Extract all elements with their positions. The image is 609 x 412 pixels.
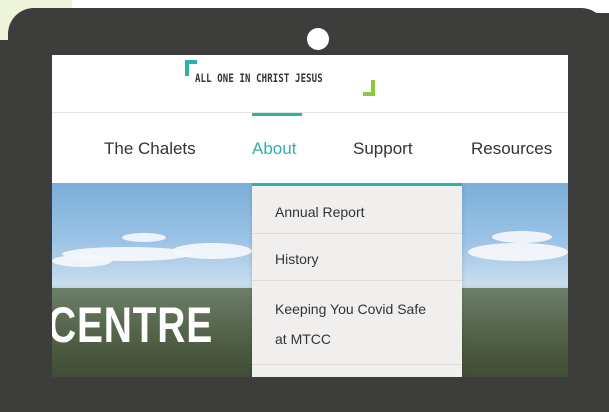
logo-text: ALL ONE IN CHRIST JESUS <box>195 71 323 85</box>
main-nav: The Chalets About Support Resources <box>52 113 568 183</box>
camera-icon <box>307 28 329 50</box>
cloud-shape <box>122 233 166 242</box>
active-nav-indicator <box>252 113 302 116</box>
website-screen: ALL ONE IN CHRIST JESUS The Chalets Abou… <box>52 55 568 377</box>
hero-heading: CENTRE <box>52 297 214 353</box>
menu-item-partial[interactable] <box>252 368 462 377</box>
nav-item-the-chalets[interactable]: The Chalets <box>104 139 196 159</box>
cloud-shape <box>492 231 552 243</box>
site-logo[interactable]: ALL ONE IN CHRIST JESUS <box>185 60 375 96</box>
cloud-shape <box>468 243 568 261</box>
about-dropdown-menu: Annual Report History Keeping You Covid … <box>252 183 462 377</box>
nav-item-resources[interactable]: Resources <box>471 139 552 159</box>
header-logo-bar: ALL ONE IN CHRIST JESUS <box>52 55 568 113</box>
nav-item-about[interactable]: About <box>252 139 296 159</box>
logo-bracket-right-icon <box>363 80 375 96</box>
menu-item-covid-safe[interactable]: Keeping You Covid Safe at MTCC <box>252 290 462 365</box>
cloud-shape <box>172 243 252 259</box>
cloud-shape <box>52 255 112 267</box>
menu-item-annual-report[interactable]: Annual Report <box>252 196 462 234</box>
nav-item-support[interactable]: Support <box>353 139 413 159</box>
menu-item-history[interactable]: History <box>252 243 462 281</box>
